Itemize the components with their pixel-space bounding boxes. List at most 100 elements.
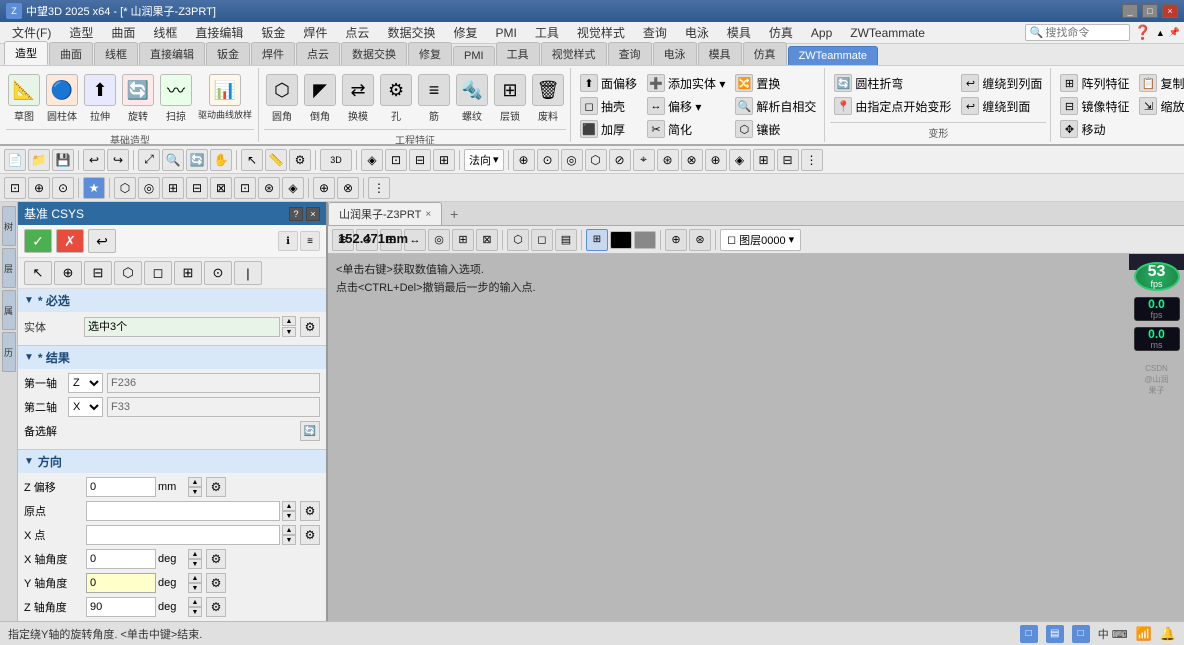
tb-view-front[interactable]: ⊟ [409, 149, 431, 171]
menu-surface[interactable]: 曲面 [103, 22, 143, 43]
ribbon-tab-pmi[interactable]: PMI [453, 46, 495, 65]
ribbon-btn-cylinder-bend[interactable]: 🔄 圆柱折弯 [830, 72, 955, 94]
tb-config[interactable]: ⚙ [289, 149, 311, 171]
menu-simulation[interactable]: 仿真 [761, 22, 801, 43]
tb-view-iso[interactable]: ◈ [361, 149, 383, 171]
z-offset-spin-down[interactable]: ▼ [188, 487, 202, 497]
close-button[interactable]: × [1162, 4, 1178, 18]
tb-undo[interactable]: ↩ [83, 149, 105, 171]
ribbon-tab-direct[interactable]: 直接编辑 [139, 42, 205, 65]
origin-input[interactable] [86, 501, 280, 521]
y-angle-input[interactable] [86, 573, 156, 593]
vpt-nav6[interactable]: ⊞ [452, 229, 474, 251]
vpt-grid[interactable]: ⊞ [586, 229, 608, 251]
side-icon-attr[interactable]: 属 [2, 290, 16, 330]
x-angle-spin-up[interactable]: ▲ [188, 549, 202, 559]
tb-btn-l[interactable]: ⊟ [777, 149, 799, 171]
tb-redo[interactable]: ↪ [107, 149, 129, 171]
origin-spin-up[interactable]: ▲ [282, 501, 296, 511]
tb-pan[interactable]: ✋ [210, 149, 232, 171]
x-angle-gear[interactable]: ⚙ [206, 549, 226, 569]
tb2-btn-h[interactable]: ◈ [282, 177, 304, 199]
ribbon-btn-sketch[interactable]: 📐 草图 [6, 72, 42, 125]
tb-3d[interactable]: 3D [320, 149, 352, 171]
ribbon-btn-chamfer[interactable]: ◤ 倒角 [302, 72, 338, 125]
ribbon-btn-offset[interactable]: ↔ 偏移 ▾ [643, 95, 729, 117]
tb2-star[interactable]: ★ [83, 177, 105, 199]
y-angle-spin-up[interactable]: ▲ [188, 573, 202, 583]
pib-edge[interactable]: ⊟ [84, 261, 112, 285]
panel-cancel-button[interactable]: ✗ [56, 229, 84, 253]
section-direction-header[interactable]: ▼ 方向 [18, 450, 326, 473]
tb-btn-a[interactable]: ⊕ [513, 149, 535, 171]
tb2-snap-grid[interactable]: ⊡ [4, 177, 26, 199]
menu-visual[interactable]: 视觉样式 [569, 22, 633, 43]
origin-gear[interactable]: ⚙ [300, 501, 320, 521]
ribbon-tab-mold[interactable]: 模具 [698, 42, 742, 65]
tb-btn-f[interactable]: ⌖ [633, 149, 655, 171]
ribbon-btn-wrap-face[interactable]: ↩ 缠绕到面 [957, 95, 1046, 117]
ribbon-btn-cylinder[interactable]: 🔵 圆柱体 [44, 72, 80, 125]
vpt-layer-select[interactable]: ◻ 图层0000 ▾ [720, 229, 801, 251]
ribbon-btn-move[interactable]: ✥ 移动 [1056, 118, 1133, 140]
ribbon-minimize-button[interactable]: ▲ [1156, 28, 1165, 38]
ribbon-btn-loft[interactable]: 📊 驱动曲线放样 [196, 72, 254, 123]
section-result-header[interactable]: ▼ * 结果 [18, 346, 326, 369]
ribbon-btn-deform-from[interactable]: 📍 由指定点开始变形 [830, 95, 955, 117]
ribbon-btn-thicken[interactable]: ⬛ 加厚 [576, 118, 641, 140]
ribbon-tab-weld[interactable]: 焊件 [251, 42, 295, 65]
ribbon-tab-sim[interactable]: 仿真 [743, 42, 787, 65]
menu-tools[interactable]: 工具 [527, 22, 567, 43]
menu-repair[interactable]: 修复 [445, 22, 485, 43]
solid-input[interactable]: 选中3个 [84, 317, 280, 337]
tb-zoom-in[interactable]: 🔍 [162, 149, 184, 171]
tb2-snap-on[interactable]: ⊕ [313, 177, 335, 199]
ribbon-btn-decompose[interactable]: 🔍 解析自相交 [731, 95, 820, 117]
axis1-value[interactable] [107, 373, 320, 393]
ribbon-btn-simplify[interactable]: ✂ 简化 [643, 118, 729, 140]
menu-wireframe[interactable]: 线框 [145, 22, 185, 43]
pib-point[interactable]: ⊕ [54, 261, 82, 285]
ribbon-btn-extrude[interactable]: ⬆ 拉伸 [82, 72, 118, 125]
tb2-btn-a[interactable]: ⬡ [114, 177, 136, 199]
fps-badge[interactable]: 53 fps [1134, 262, 1180, 291]
vpt-display2[interactable]: ◻ [531, 229, 553, 251]
ribbon-btn-hole[interactable]: ⚙ 孔 [378, 72, 414, 125]
tb-btn-d[interactable]: ⬡ [585, 149, 607, 171]
ribbon-btn-mirror-feat[interactable]: ⊟ 镜像特征 [1056, 95, 1133, 117]
panel-ok-button[interactable]: ✓ [24, 229, 52, 253]
ribbon-tab-pointcloud[interactable]: 点云 [296, 42, 340, 65]
tb-rotate[interactable]: 🔄 [186, 149, 208, 171]
left-panel-scroll[interactable]: ▼ * 必选 实体 选中3个 ▲ ▼ ⚙ [18, 289, 326, 621]
y-angle-gear[interactable]: ⚙ [206, 573, 226, 593]
xpoint-spin-down[interactable]: ▼ [282, 535, 296, 545]
pib-face[interactable]: ⬡ [114, 261, 142, 285]
ribbon-tab-surface[interactable]: 曲面 [49, 42, 93, 65]
menu-mold[interactable]: 模具 [719, 22, 759, 43]
tb-btn-m[interactable]: ⋮ [801, 149, 823, 171]
tb-zoom-fit[interactable]: ⤢ [138, 149, 160, 171]
menu-point-cloud[interactable]: 点云 [337, 22, 377, 43]
axis1-select[interactable]: ZXY [68, 373, 103, 393]
tb2-btn-f[interactable]: ⊡ [234, 177, 256, 199]
ribbon-btn-swap[interactable]: ⇄ 换模 [340, 72, 376, 125]
menu-data-exchange[interactable]: 数据交换 [379, 22, 443, 43]
tb-btn-h[interactable]: ⊗ [681, 149, 703, 171]
z-offset-gear[interactable]: ⚙ [206, 477, 226, 497]
side-icon-layer[interactable]: 层 [2, 248, 16, 288]
menu-app[interactable]: App [803, 24, 840, 42]
tb-new[interactable]: 📄 [4, 149, 26, 171]
tb2-btn-d[interactable]: ⊟ [186, 177, 208, 199]
z-angle-input[interactable] [86, 597, 156, 617]
vpt-icons2[interactable]: ⊛ [689, 229, 711, 251]
tb2-btn-b[interactable]: ◎ [138, 177, 160, 199]
side-icon-hist[interactable]: 历 [2, 332, 16, 372]
vpt-color2[interactable] [634, 231, 656, 249]
xpoint-gear[interactable]: ⚙ [300, 525, 320, 545]
axis2-value[interactable] [107, 397, 320, 417]
menu-zwteammate[interactable]: ZWTeammate [842, 24, 933, 42]
y-angle-spin-down[interactable]: ▼ [188, 583, 202, 593]
tb-btn-b[interactable]: ⊙ [537, 149, 559, 171]
ribbon-btn-coll[interactable]: ⊞ 层锁 [492, 72, 528, 125]
vpt-display1[interactable]: ⬡ [507, 229, 529, 251]
